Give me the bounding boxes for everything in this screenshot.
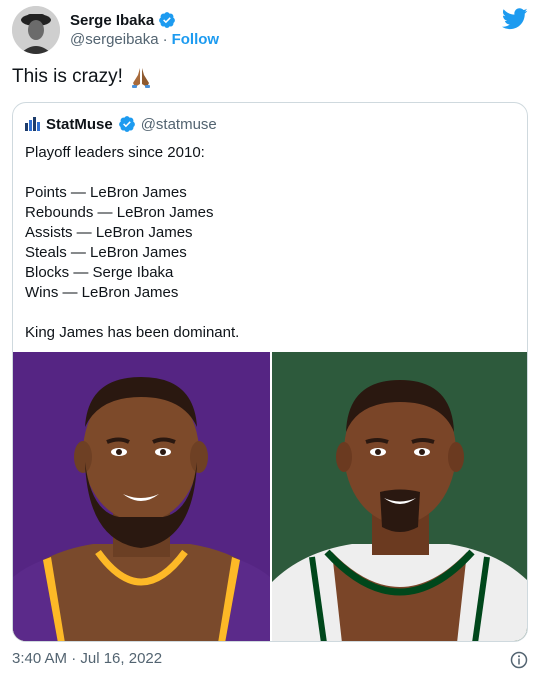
statmuse-logo-icon xyxy=(25,117,40,131)
player-illustration-lebron-icon xyxy=(13,352,270,641)
tweet-footer: 3:40 AM · Jul 16, 2022 xyxy=(12,650,528,670)
player-image-ibaka[interactable] xyxy=(272,352,527,641)
tweet-body: This is crazy! xyxy=(12,65,153,89)
quoted-line: Points — LeBron James xyxy=(25,184,187,201)
author-avatar[interactable] xyxy=(12,6,60,54)
quoted-header: StatMuse @statmuse xyxy=(25,115,217,133)
player-illustration-ibaka-icon xyxy=(272,352,527,641)
info-icon[interactable] xyxy=(510,651,528,669)
author-name[interactable]: Serge Ibaka xyxy=(70,12,154,29)
tweet-text: This is crazy! xyxy=(12,66,123,87)
quoted-author-name: StatMuse xyxy=(46,115,113,133)
quoted-line: Playoff leaders since 2010: xyxy=(25,144,205,161)
follow-button[interactable]: Follow xyxy=(172,31,220,48)
folded-hands-icon xyxy=(131,68,150,88)
quoted-text: Playoff leaders since 2010: Points — LeB… xyxy=(25,143,515,343)
verified-badge-icon xyxy=(159,12,176,28)
player-image-lebron[interactable] xyxy=(13,352,270,641)
quoted-line: Wins — LeBron James xyxy=(25,284,179,301)
quoted-line: King James has been dominant. xyxy=(25,324,240,341)
verified-badge-icon xyxy=(118,116,135,132)
quoted-line xyxy=(25,163,515,183)
quoted-line: Rebounds — LeBron James xyxy=(25,204,214,221)
avatar-photo-icon xyxy=(12,6,60,54)
quoted-tweet[interactable]: StatMuse @statmuse Playoff leaders since… xyxy=(12,102,528,642)
tweet-header: Serge Ibaka @sergeibaka · Follow xyxy=(12,6,528,56)
quoted-line: Steals — LeBron James xyxy=(25,244,187,261)
quoted-author-handle: @statmuse xyxy=(140,115,217,133)
quoted-line: Assists — LeBron James xyxy=(25,224,193,241)
tweet-timestamp[interactable]: 3:40 AM · Jul 16, 2022 xyxy=(12,650,162,667)
quoted-line xyxy=(25,303,515,323)
twitter-bird-icon[interactable] xyxy=(502,8,528,30)
handle-separator: · xyxy=(162,31,168,48)
quoted-line: Blocks — Serge Ibaka xyxy=(25,264,174,281)
author-handle[interactable]: @sergeibaka xyxy=(70,31,159,48)
